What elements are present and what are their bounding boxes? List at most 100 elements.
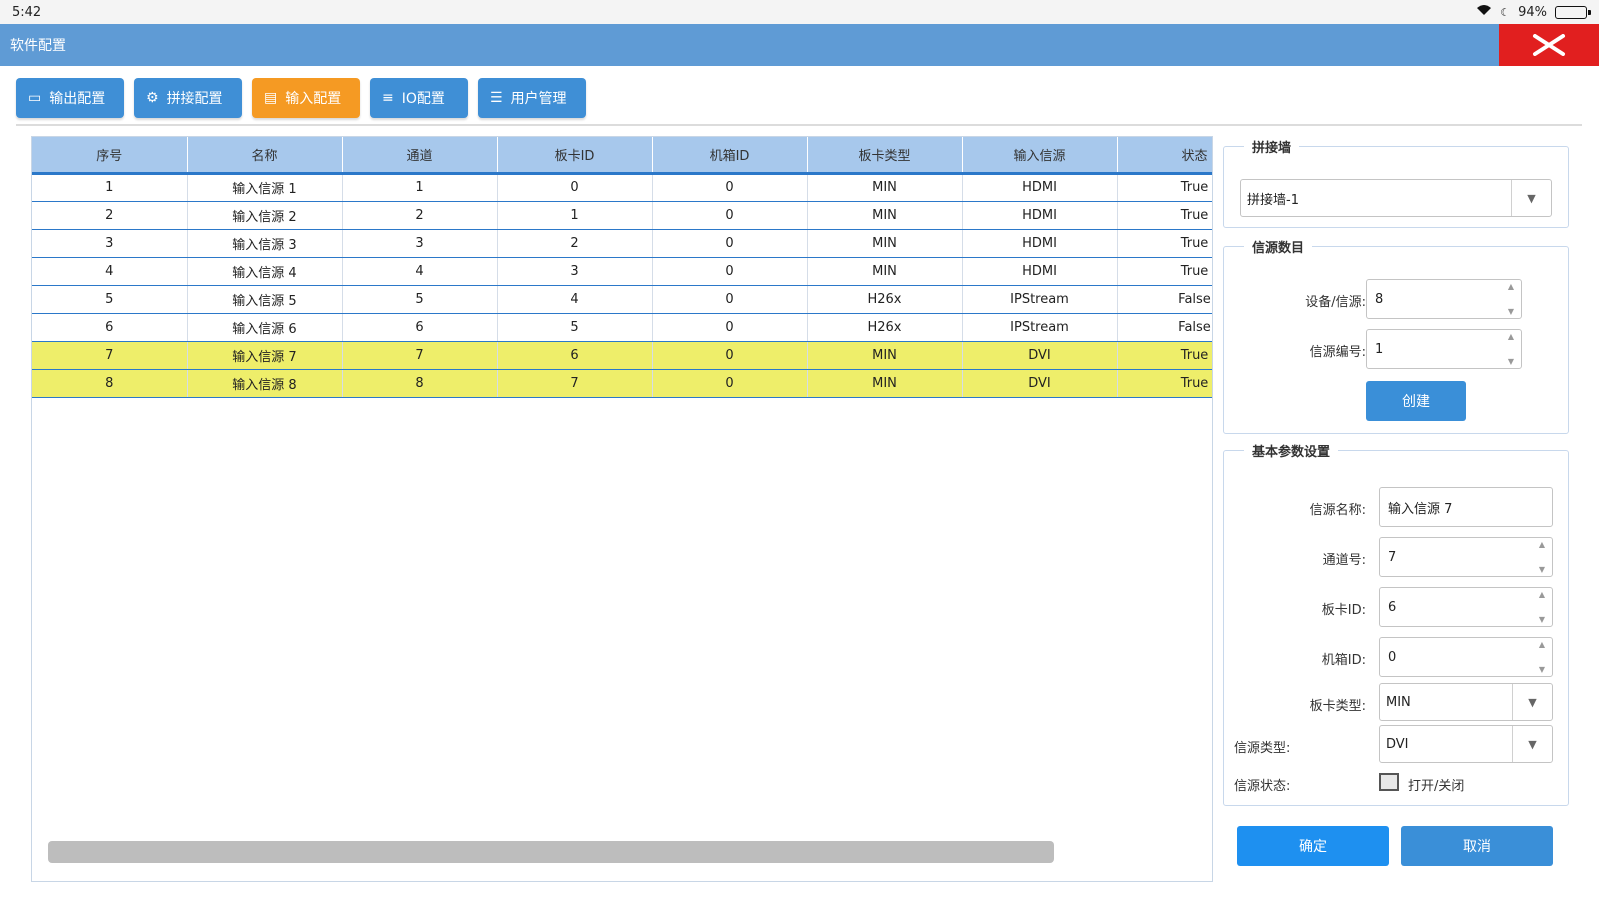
source-type-select[interactable]: DVI ▼ (1379, 725, 1553, 763)
table-cell: MIN (807, 369, 963, 398)
table-cell: HDMI (962, 257, 1118, 286)
table-row[interactable]: 8 输入信源 8 8 7 0 MIN DVI True (32, 369, 1212, 398)
table-row[interactable]: 3 输入信源 3 3 2 0 MIN HDMI True (32, 229, 1212, 258)
table-cell: 3 (342, 229, 498, 258)
tab-label: IO配置 (401, 91, 445, 107)
tab-io-config[interactable]: ≡ IO配置 (370, 78, 468, 118)
table-cell: HDMI (962, 201, 1118, 230)
table-cell: 7 (342, 341, 498, 370)
close-button[interactable] (1499, 24, 1599, 66)
table-cell: True (1117, 229, 1212, 258)
table-cell: DVI (962, 341, 1118, 370)
battery-icon (1555, 5, 1591, 19)
table-cell: IPStream (962, 313, 1118, 342)
table-cell: MIN (807, 201, 963, 230)
status-time: 5:42 (12, 4, 42, 20)
cancel-button[interactable]: 取消 (1401, 826, 1553, 866)
column-header[interactable]: 名称 (187, 137, 343, 175)
table-cell: 4 (32, 257, 188, 286)
chassis-id-label: 机箱ID: (1321, 653, 1366, 668)
table-cell: H26x (807, 313, 963, 342)
chevron-down-icon: ▼ (1512, 726, 1552, 762)
tab-input-config[interactable]: ▤ 输入配置 (252, 78, 360, 118)
table-row[interactable]: 6 输入信源 6 6 5 0 H26x IPStream False (32, 313, 1212, 342)
wall-select[interactable]: 拼接墙-1 ▼ (1240, 179, 1552, 217)
source-number-label: 信源编号: (1309, 345, 1366, 360)
card-type-select[interactable]: MIN ▼ (1379, 683, 1553, 721)
table-body: 1 输入信源 1 1 0 0 MIN HDMI True 2 输入信源 2 2 1 0 MIN HDMI Tr… (32, 173, 1212, 398)
confirm-button[interactable]: 确定 (1237, 826, 1389, 866)
channel-stepper[interactable]: 7 ▲ ▼ (1379, 537, 1553, 577)
column-header[interactable]: 机箱ID (652, 137, 808, 175)
table-cell: H26x (807, 285, 963, 314)
source-state-checkbox[interactable] (1379, 773, 1399, 791)
table-row[interactable]: 2 输入信源 2 2 1 0 MIN HDMI True (32, 201, 1212, 230)
stepper-arrows[interactable]: ▲ ▼ (1536, 540, 1548, 574)
table-header: 序号 名称 通道 板卡ID 机箱ID 板卡类型 输入信源 状态 (32, 137, 1212, 175)
channel-label: 通道号: (1322, 553, 1366, 568)
column-header[interactable]: 状态 (1117, 137, 1212, 175)
card-type-label: 板卡类型: (1309, 699, 1366, 714)
group-legend: 基本参数设置 (1244, 441, 1339, 460)
tab-output-config[interactable]: ▭ 输出配置 (16, 78, 124, 118)
chevron-down-icon: ▼ (1511, 180, 1551, 216)
table-cell: 7 (497, 369, 653, 398)
column-header[interactable]: 序号 (32, 137, 188, 175)
tab-user-management[interactable]: ☰ 用户管理 (478, 78, 586, 118)
source-name-input[interactable]: 输入信源 7 (1379, 487, 1553, 527)
table-cell: 0 (652, 173, 808, 202)
column-header[interactable]: 板卡ID (497, 137, 653, 175)
source-name-label: 信源名称: (1309, 503, 1366, 518)
stepper-arrows[interactable]: ▲ ▼ (1536, 590, 1548, 624)
column-header[interactable]: 板卡类型 (807, 137, 963, 175)
column-header[interactable]: 通道 (342, 137, 498, 175)
table-cell: 3 (32, 229, 188, 258)
chassis-id-stepper[interactable]: 0 ▲ ▼ (1379, 637, 1553, 677)
stepper-value: 8 (1375, 291, 1384, 307)
stepper-arrows[interactable]: ▲ ▼ (1536, 640, 1548, 674)
wall-group: 拼接墙 拼接墙-1 ▼ (1223, 137, 1569, 228)
tab-label: 拼接配置 (166, 91, 223, 107)
table-cell: IPStream (962, 285, 1118, 314)
wifi-icon (1476, 4, 1492, 20)
table-cell: 6 (32, 313, 188, 342)
table-cell: 输入信源 5 (187, 285, 343, 314)
table-cell: 6 (497, 341, 653, 370)
tab-label: 输出配置 (49, 91, 106, 107)
column-header[interactable]: 输入信源 (962, 137, 1118, 175)
stepper-value: 0 (1388, 649, 1397, 665)
table-cell: 4 (342, 257, 498, 286)
monitor-icon: ▭ (28, 90, 42, 106)
table-row[interactable]: 5 输入信源 5 5 4 0 H26x IPStream False (32, 285, 1212, 314)
card-id-label: 板卡ID: (1321, 603, 1366, 618)
close-icon (1533, 34, 1565, 56)
window-title: 软件配置 (10, 38, 66, 54)
create-button[interactable]: 创建 (1366, 381, 1466, 421)
stepper-arrows[interactable]: ▲ ▼ (1505, 332, 1517, 366)
group-legend: 信源数目 (1244, 237, 1313, 256)
table-row[interactable]: 1 输入信源 1 1 0 0 MIN HDMI True (32, 173, 1212, 202)
horizontal-scrollbar[interactable] (48, 841, 1054, 863)
device-source-stepper[interactable]: 8 ▲ ▼ (1366, 279, 1522, 319)
input-source-table[interactable]: 序号 名称 通道 板卡ID 机箱ID 板卡类型 输入信源 状态 1 输入信源 11… (31, 136, 1213, 882)
table-cell: 输入信源 1 (187, 173, 343, 202)
table-cell: 输入信源 3 (187, 229, 343, 258)
source-number-stepper[interactable]: 1 ▲ ▼ (1366, 329, 1522, 369)
table-cell: MIN (807, 341, 963, 370)
select-value: DVI (1386, 736, 1409, 752)
status-right: ☾ 94% (1476, 4, 1591, 20)
table-cell: HDMI (962, 229, 1118, 258)
chevron-down-icon: ▼ (1512, 684, 1552, 720)
table-row[interactable]: 7 输入信源 7 7 6 0 MIN DVI True (32, 341, 1212, 370)
tab-splice-config[interactable]: ⚙ 拼接配置 (134, 78, 242, 118)
table-cell: 0 (652, 229, 808, 258)
group-legend: 拼接墙 (1244, 137, 1300, 156)
table-cell: 0 (652, 313, 808, 342)
stepper-arrows[interactable]: ▲ ▼ (1505, 282, 1517, 316)
card-id-stepper[interactable]: 6 ▲ ▼ (1379, 587, 1553, 627)
table-cell: True (1117, 257, 1212, 286)
table-cell: 0 (652, 257, 808, 286)
table-cell: 1 (342, 173, 498, 202)
table-cell: 5 (32, 285, 188, 314)
table-row[interactable]: 4 输入信源 4 4 3 0 MIN HDMI True (32, 257, 1212, 286)
